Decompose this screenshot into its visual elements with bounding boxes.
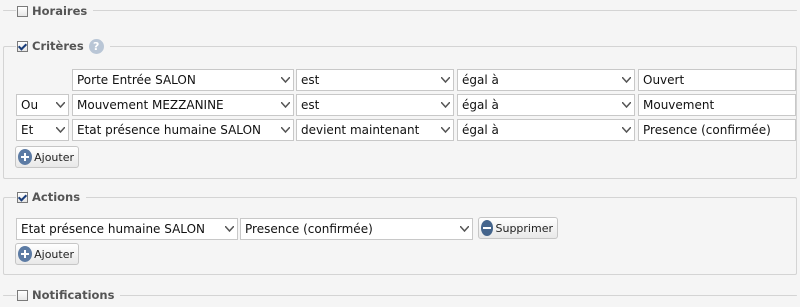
horaires-legend: Horaires xyxy=(16,3,94,19)
chevron-down-icon xyxy=(277,70,293,90)
chevron-down-icon xyxy=(618,120,634,140)
criteria-row-2-connector-select[interactable]: Ou xyxy=(16,94,69,116)
criteria-row-3-connector-select[interactable]: Et xyxy=(16,119,69,141)
criteres-label: Critères xyxy=(32,39,84,53)
criteria-row-3-value-select[interactable]: Presence (confirmée) xyxy=(638,119,796,141)
criteria-add-button[interactable]: Ajouter xyxy=(15,146,79,168)
action-row-1-device-select[interactable]: Etat présence humaine SALON xyxy=(16,218,238,240)
criteria-row-3-comparison-select[interactable]: égal à xyxy=(457,119,635,141)
chevron-down-icon xyxy=(437,120,453,140)
actions-legend: Actions xyxy=(16,189,87,205)
notifications-section-line xyxy=(3,295,797,296)
notifications-label: Notifications xyxy=(32,288,115,302)
criteres-checkbox[interactable] xyxy=(17,40,28,52)
plus-circle-icon xyxy=(18,149,33,165)
criteria-row-3-operator-select[interactable]: devient maintenant xyxy=(296,119,454,141)
horaires-section-line xyxy=(3,10,797,11)
actions-label: Actions xyxy=(32,190,81,204)
criteria-row-2-device-select[interactable]: Mouvement MEZZANINE xyxy=(72,94,294,116)
criteria-row-2-value-select[interactable]: Mouvement xyxy=(638,94,796,116)
criteria-row-2-comparison-select[interactable]: égal à xyxy=(457,94,635,116)
notifications-legend: Notifications xyxy=(16,287,121,303)
action-add-button[interactable]: Ajouter xyxy=(15,243,79,265)
horaires-label: Horaires xyxy=(32,4,88,18)
criteria-row-1-comparison-select[interactable]: égal à xyxy=(457,69,635,91)
criteria-row-1-value-select[interactable]: Ouvert xyxy=(638,69,796,91)
chevron-down-icon xyxy=(618,70,634,90)
criteria-row-1-device-select[interactable]: Porte Entrée SALON xyxy=(72,69,294,91)
horaires-checkbox[interactable] xyxy=(17,5,28,17)
chevron-down-icon xyxy=(618,95,634,115)
chevron-down-icon xyxy=(221,219,237,239)
chevron-down-icon xyxy=(437,95,453,115)
chevron-down-icon xyxy=(277,120,293,140)
action-add-label: Ajouter xyxy=(34,247,74,261)
action-delete-label: Supprimer xyxy=(495,221,553,235)
chevron-down-icon xyxy=(456,219,472,239)
chevron-down-icon xyxy=(277,95,293,115)
action-delete-button[interactable]: Supprimer xyxy=(478,217,558,239)
chevron-down-icon xyxy=(52,120,68,140)
chevron-down-icon xyxy=(52,95,68,115)
notifications-checkbox[interactable] xyxy=(17,289,28,301)
minus-circle-icon xyxy=(481,220,494,236)
criteria-row-2-operator-select[interactable]: est xyxy=(296,94,454,116)
criteria-add-label: Ajouter xyxy=(34,150,74,164)
criteria-row-1-operator-select[interactable]: est xyxy=(296,69,454,91)
action-row-1-value-select[interactable]: Presence (confirmée) xyxy=(240,218,473,240)
criteria-row-3-device-select[interactable]: Etat présence humaine SALON xyxy=(72,119,294,141)
criteres-legend: Critères ? xyxy=(16,38,110,54)
help-icon[interactable]: ? xyxy=(88,38,104,54)
actions-checkbox[interactable] xyxy=(17,191,28,203)
plus-circle-icon xyxy=(18,246,33,262)
chevron-down-icon xyxy=(437,70,453,90)
